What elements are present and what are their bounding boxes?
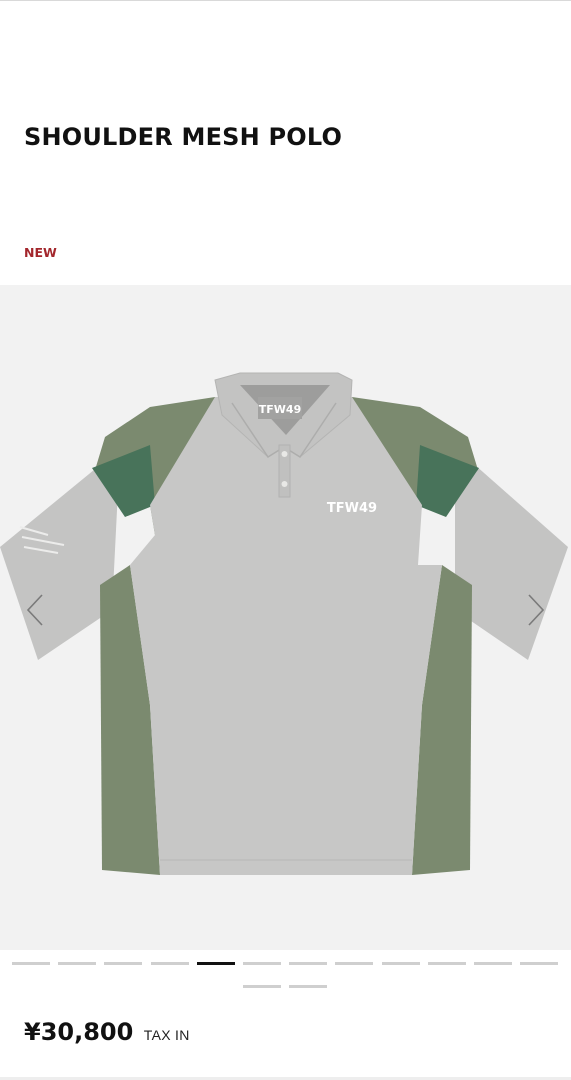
gallery-dot[interactable] [243, 985, 281, 988]
chevron-right-icon [528, 594, 545, 626]
gallery-dot[interactable] [520, 962, 558, 965]
product-price: ¥30,800 [24, 1018, 134, 1046]
gallery-dot[interactable] [12, 962, 50, 965]
product-title: SHOULDER MESH POLO [24, 123, 343, 152]
svg-text:TFW49: TFW49 [259, 403, 301, 416]
gallery-dot[interactable] [428, 962, 466, 965]
gallery-dot[interactable] [289, 985, 327, 988]
top-divider [0, 0, 571, 1]
tax-label: TAX IN [143, 1027, 190, 1043]
gallery-dot[interactable] [335, 962, 373, 965]
product-image-gallery[interactable]: TFW49 TFW49 [0, 285, 571, 950]
chevron-left-icon [26, 594, 43, 626]
gallery-dot[interactable] [58, 962, 96, 965]
gallery-dot[interactable] [382, 962, 420, 965]
product-image: TFW49 TFW49 [0, 372, 568, 875]
gallery-dot[interactable] [151, 962, 189, 965]
new-badge: NEW [24, 245, 57, 260]
svg-text:TFW49: TFW49 [327, 501, 377, 516]
gallery-dot[interactable] [289, 962, 327, 965]
gallery-dot[interactable] [474, 962, 512, 965]
next-image-button[interactable] [523, 590, 549, 630]
gallery-dot[interactable] [104, 962, 142, 965]
gallery-dot[interactable] [197, 962, 235, 965]
prev-image-button[interactable] [22, 590, 48, 630]
price-row: ¥30,800 TAX IN [24, 1018, 190, 1046]
gallery-dot[interactable] [243, 962, 281, 965]
